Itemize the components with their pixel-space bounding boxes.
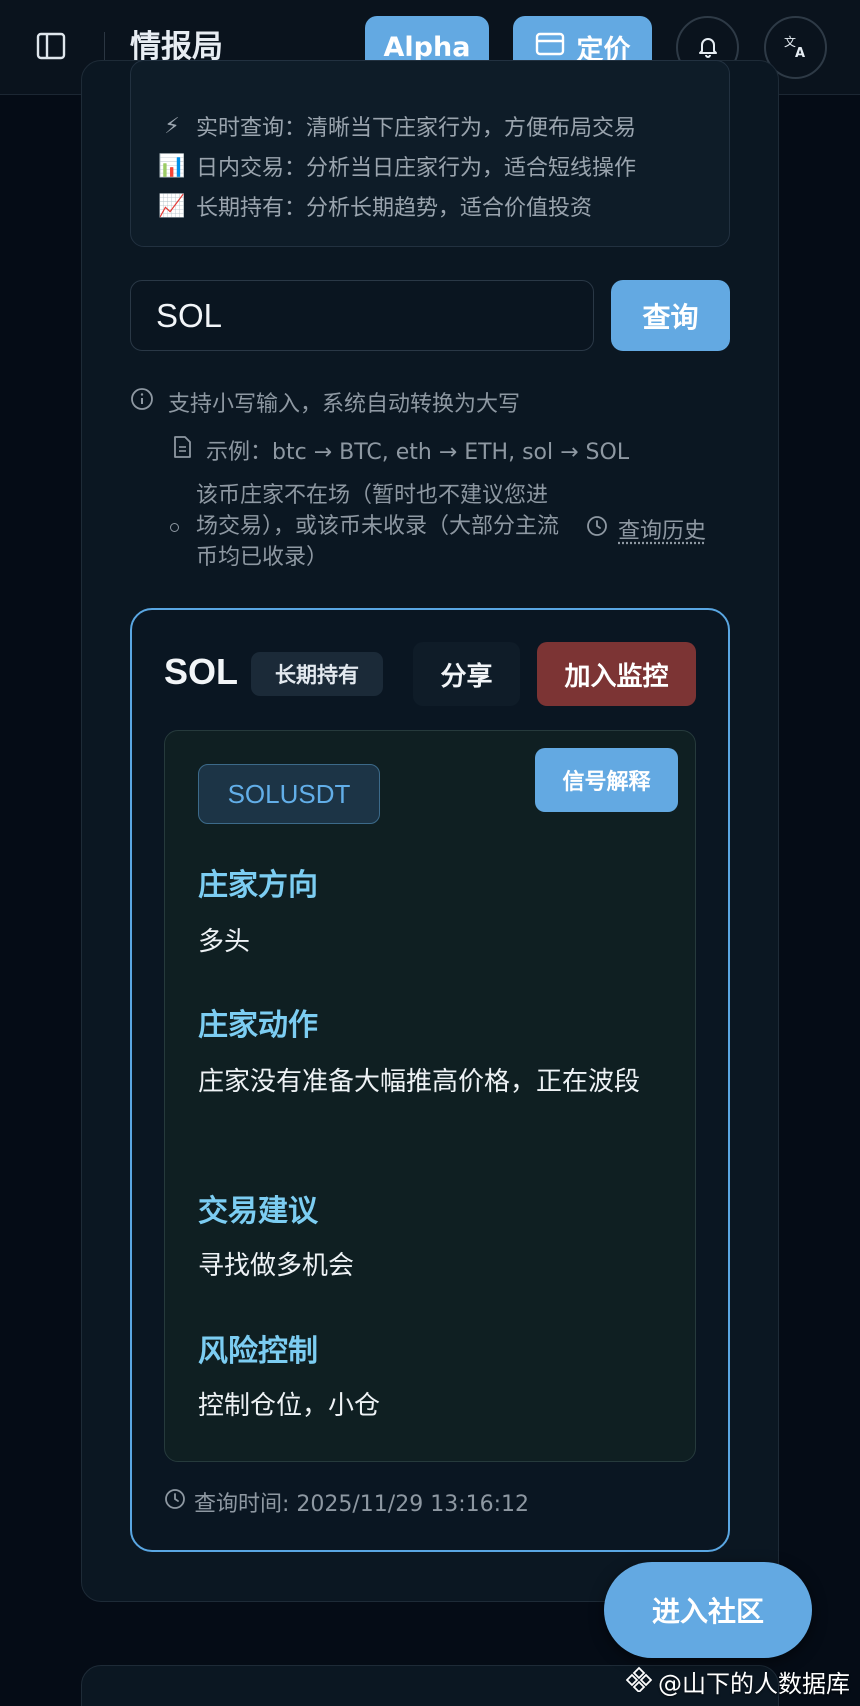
query-history-label: 查询历史 <box>618 519 707 544</box>
symbol-search-input[interactable] <box>130 280 594 351</box>
mode-text: 日内交易：分析当日庄家行为，适合短线操作 <box>196 156 637 181</box>
info-icon <box>130 387 154 417</box>
diamond-logo-icon <box>625 1666 653 1698</box>
clock-icon <box>586 515 608 543</box>
status-message: 该币庄家不在场（暂时也不建议您进场交易），或该币未收录（大部分主流币均已收录） <box>196 483 560 570</box>
lightning-icon: ⚡ <box>164 113 180 139</box>
watermark: @山下的人数据库 <box>625 1664 850 1699</box>
mode-tag: 长期持有 <box>251 652 383 696</box>
bell-icon <box>696 34 720 62</box>
mode-line-longterm: 📈 长期持有：分析长期趋势，适合价值投资 <box>158 190 592 222</box>
query-history-link[interactable]: 查询历史 <box>586 513 706 545</box>
signal-explain-button[interactable]: 信号解释 <box>535 748 678 812</box>
share-button[interactable]: 分享 <box>413 642 520 706</box>
section-body-direction: 多头 <box>198 927 251 957</box>
mode-text: 长期持有：分析长期趋势，适合价值投资 <box>196 196 593 221</box>
document-icon <box>172 436 192 464</box>
add-monitor-button[interactable]: 加入监控 <box>537 642 696 706</box>
mode-text: 实时查询：清晰当下庄家行为，方便布局交易 <box>196 116 637 141</box>
header-divider <box>104 32 105 62</box>
translate-icon: 文A <box>783 33 809 63</box>
watermark-text: @山下的人数据库 <box>658 1670 850 1698</box>
status-dot-icon <box>170 523 179 532</box>
community-button[interactable]: 进入社区 <box>604 1562 812 1658</box>
sidebar-toggle-icon[interactable] <box>36 31 66 61</box>
section-body-advice: 寻找做多机会 <box>198 1251 355 1281</box>
svg-text:A: A <box>795 46 805 59</box>
lowercase-hint: 支持小写输入，系统自动转换为大写 <box>130 386 520 418</box>
section-body-risk: 控制仓位，小仓 <box>198 1391 381 1421</box>
section-title-action: 庄家动作 <box>198 1008 318 1043</box>
lowercase-hint-text: 支持小写输入，系统自动转换为大写 <box>168 392 521 417</box>
section-body-action: 庄家没有准备大幅推高价格，正在波段 <box>198 1067 641 1097</box>
section-title-direction: 庄家方向 <box>198 868 318 903</box>
bar-chart-icon: 📊 <box>158 153 186 179</box>
section-title-risk: 风险控制 <box>198 1334 318 1369</box>
example-hint: 示例：btc → BTC, eth → ETH, sol → SOL <box>172 434 629 466</box>
trend-up-icon: 📈 <box>158 193 186 219</box>
query-time: 查询时间: 2025/11/29 13:16:12 <box>164 1486 529 1518</box>
coin-symbol: SOL <box>164 651 239 692</box>
query-time-text: 查询时间: 2025/11/29 13:16:12 <box>194 1492 530 1517</box>
clock-icon <box>164 1488 186 1516</box>
query-button[interactable]: 查询 <box>611 280 730 351</box>
mode-line-intraday: 📊 日内交易：分析当日庄家行为，适合短线操作 <box>158 150 636 182</box>
example-hint-text: 示例：btc → BTC, eth → ETH, sol → SOL <box>206 440 630 465</box>
credit-card-icon <box>535 32 565 63</box>
trading-pair-tag: SOLUSDT <box>198 764 380 824</box>
section-title-advice: 交易建议 <box>198 1194 318 1229</box>
mode-line-realtime: ⚡ 实时查询：清晰当下庄家行为，方便布局交易 <box>158 110 636 142</box>
